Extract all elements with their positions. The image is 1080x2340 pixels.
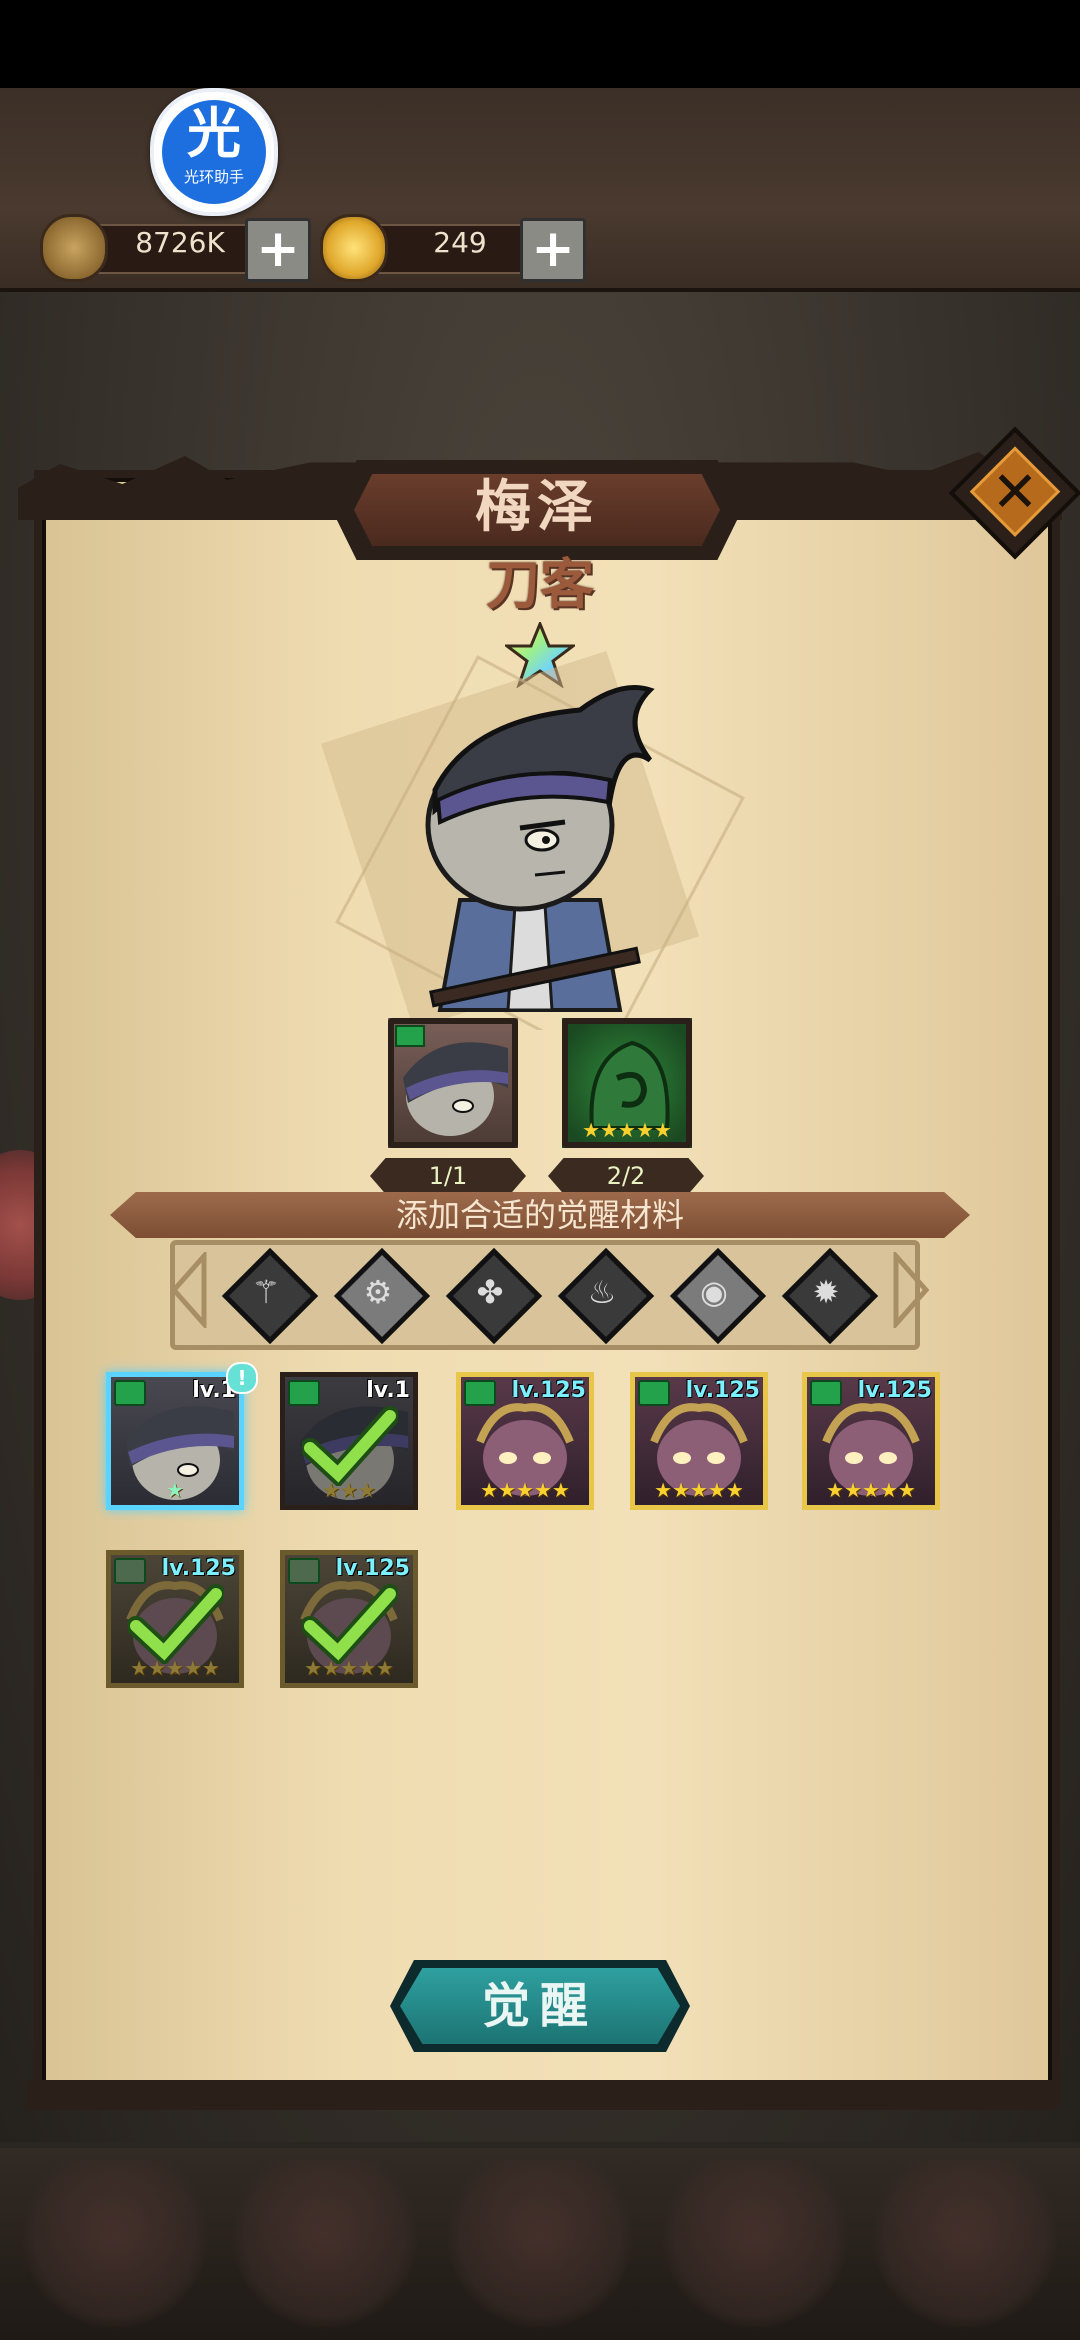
awaken-button[interactable]: 觉醒 — [390, 1960, 690, 2052]
filter-left-arrow-icon[interactable] — [168, 1252, 208, 1328]
resource-gem-value: 249 — [433, 226, 487, 259]
clover-faction-icon[interactable]: ✤ — [445, 1247, 543, 1345]
material-card[interactable]: lv.125 ★★★★★ — [106, 1550, 244, 1688]
assistant-name: 光环助手 — [183, 168, 244, 186]
material-card[interactable]: lv.1 ★★★ — [280, 1372, 418, 1510]
resource-gem: 249 + — [320, 212, 590, 282]
add-gold-button[interactable]: + — [245, 218, 311, 282]
nav-tab-4[interactable] — [660, 2160, 850, 2330]
material-count-hero: 1/1 — [370, 1158, 526, 1194]
dark-faction-icon[interactable]: ✹ — [781, 1247, 879, 1345]
material-card[interactable]: lv.125 ★★★★★ — [802, 1372, 940, 1510]
assistant-badge-inner: 光 光环助手 — [162, 100, 266, 204]
add-gem-button[interactable]: + — [520, 218, 586, 282]
resource-gold: 8726K + — [40, 212, 311, 282]
material-card[interactable]: lv.125 ★★★★★ — [456, 1372, 594, 1510]
gear-faction-icon[interactable]: ⚙ — [333, 1247, 431, 1345]
add-materials-banner: 添加合适的觉醒材料 — [110, 1192, 970, 1238]
resource-gold-value: 8726K — [135, 226, 225, 259]
material-slot-hero[interactable] — [388, 1018, 518, 1148]
eye-faction-icon[interactable]: ◉ — [669, 1247, 767, 1345]
hero-portrait-image — [320, 650, 745, 1030]
hero-class-label: 刀客 — [486, 553, 594, 616]
material-count-fragment: 2/2 — [548, 1158, 704, 1194]
dialog-bottom-border — [26, 2080, 1056, 2110]
nav-tab-5[interactable] — [870, 2160, 1060, 2330]
material-card[interactable]: lv.125 ★★★★★ — [630, 1372, 768, 1510]
nav-tab-2[interactable] — [230, 2160, 420, 2330]
material-card[interactable]: lv.125 ★★★★★ — [280, 1550, 418, 1688]
nav-tab-3[interactable] — [445, 2160, 635, 2330]
hero-name-title: 梅泽 — [475, 475, 599, 540]
material-card[interactable]: lv.1 ★ ! — [106, 1362, 258, 1510]
close-button[interactable]: ✕ — [968, 446, 1062, 540]
gold-coin-icon — [40, 214, 108, 282]
filter-right-arrow-icon[interactable] — [892, 1252, 932, 1328]
gem-coin-icon — [320, 214, 388, 282]
flame-faction-icon[interactable]: ♨ — [557, 1247, 655, 1345]
assistant-badge[interactable]: 光 光环助手 — [150, 88, 278, 216]
status-bar — [0, 0, 1080, 88]
card-alert-badge: ! — [226, 1362, 258, 1394]
material-slot-fragment[interactable]: ★★★★★ — [562, 1018, 692, 1148]
symbol-a-icon[interactable]: ⚚ — [221, 1247, 319, 1345]
assistant-glyph: 光 — [187, 102, 241, 165]
nav-tab-1[interactable] — [20, 2160, 210, 2330]
